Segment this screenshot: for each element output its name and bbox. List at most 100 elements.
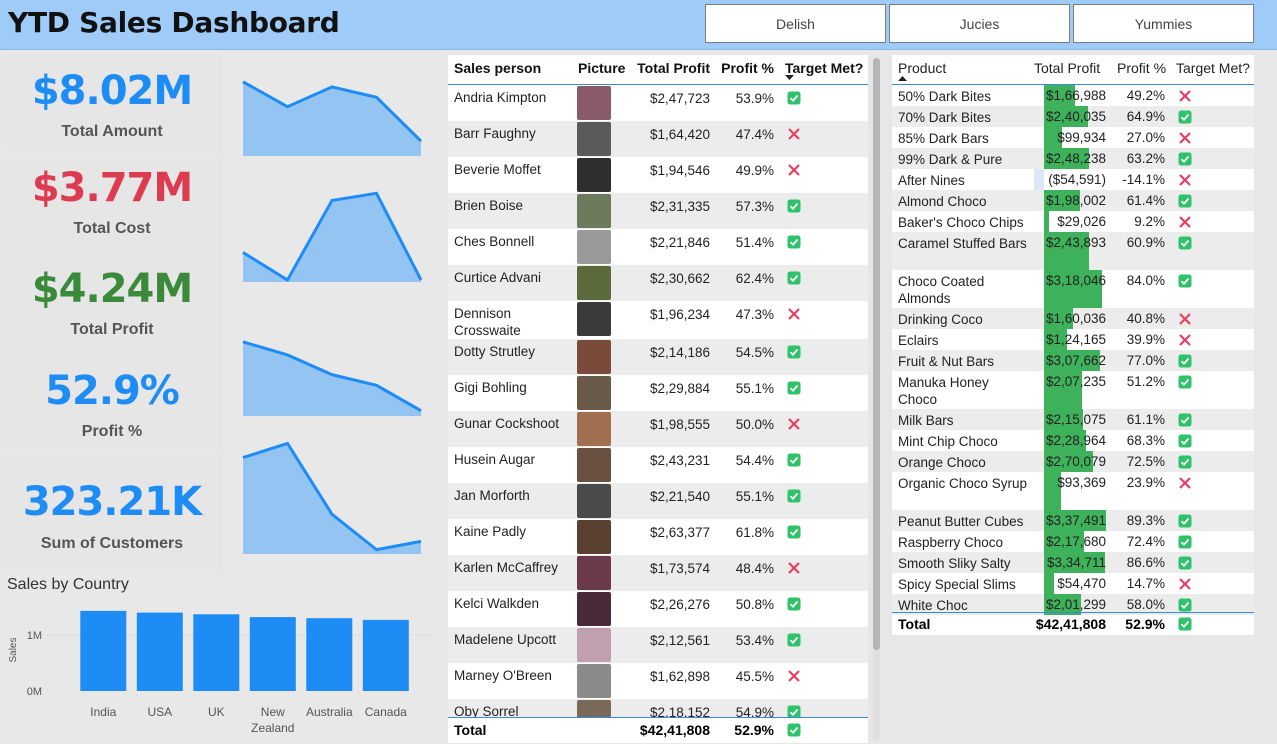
check-icon — [787, 235, 801, 249]
check-icon — [787, 271, 801, 285]
total-profit: $2,12,561 — [649, 633, 710, 648]
table-row[interactable]: Gigi Bohling $2,29,884 55.1% — [448, 375, 868, 411]
x-tick-label: Zealand — [251, 721, 294, 735]
spark-area — [243, 443, 421, 554]
table-row[interactable]: Kelci Walkden $2,26,276 50.8% — [448, 591, 868, 627]
table-row[interactable]: Barr Faughny $1,64,420 47.4% — [448, 121, 868, 157]
product-name: Drinking Coco — [898, 312, 983, 327]
total-profit: $1,73,574 — [649, 561, 710, 576]
table-row[interactable]: Fruit & Nut Bars $3,07,662 77.0% — [892, 350, 1254, 371]
x-tick-label: Australia — [306, 705, 353, 719]
kpi-customers-value: 323.21K — [22, 479, 202, 525]
table-row[interactable]: Mint Chip Choco $2,28,964 68.3% — [892, 430, 1254, 451]
col-header-product[interactable]: Product — [898, 60, 946, 76]
cross-icon — [1179, 174, 1191, 186]
table-row[interactable]: 50% Dark Bites $1,66,988 49.2% — [892, 85, 1254, 106]
table-row[interactable]: Marney O'Breen $1,62,898 45.5% — [448, 663, 868, 699]
slicer-button-jucies[interactable]: Jucies — [889, 4, 1070, 43]
col-header-picture[interactable]: Picture — [578, 60, 625, 76]
table-row[interactable]: 70% Dark Bites $2,40,035 64.9% — [892, 106, 1254, 127]
table-row[interactable]: Smooth Sliky Salty $3,34,711 86.6% — [892, 552, 1254, 573]
col-header-profit-pct[interactable]: Profit % — [1117, 60, 1166, 76]
cross-icon — [788, 164, 800, 176]
table-row[interactable]: Caramel Stuffed Bars $2,43,893 60.9% — [892, 232, 1254, 270]
avatar — [577, 122, 611, 156]
profit-pct: 23.9% — [1126, 475, 1165, 490]
table-row[interactable]: Dotty Strutley $2,14,186 54.5% — [448, 339, 868, 375]
scrollbar-thumb[interactable] — [873, 58, 880, 650]
bar-uk[interactable] — [193, 614, 240, 691]
col-header-total-profit[interactable]: Total Profit — [1034, 60, 1100, 76]
y-tick-label: 0M — [27, 686, 42, 698]
bar-australia[interactable] — [306, 618, 353, 691]
bar-usa[interactable] — [136, 612, 183, 691]
check-icon — [1178, 375, 1192, 389]
table-row[interactable]: Karlen McCaffrey $1,73,574 48.4% — [448, 555, 868, 591]
total-profit: $2,01,299 — [1045, 597, 1106, 612]
table-row[interactable]: Husein Augar $2,43,231 54.4% — [448, 447, 868, 483]
table-row[interactable]: Eclairs $1,24,165 39.9% — [892, 329, 1254, 350]
total-profit: $2,28,964 — [1045, 433, 1106, 448]
profit-pct: 64.9% — [1126, 109, 1165, 124]
cross-icon — [788, 418, 800, 430]
profit-pct: 9.2% — [1134, 214, 1165, 229]
table-row[interactable]: Orange Choco $2,70,079 72.5% — [892, 451, 1254, 472]
table-row[interactable]: 85% Dark Bars $99,934 27.0% — [892, 127, 1254, 148]
kpi-total-cost-value: $3.77M — [31, 165, 193, 211]
table-row[interactable]: Spicy Special Slims $54,470 14.7% — [892, 573, 1254, 594]
cross-icon — [1179, 90, 1191, 102]
check-icon — [1178, 354, 1192, 368]
table-row[interactable]: Ches Bonnell $2,21,846 51.4% — [448, 229, 868, 265]
col-header-sales-person[interactable]: Sales person — [454, 60, 541, 76]
slicer-button-yummies[interactable]: Yummies — [1073, 4, 1254, 43]
product-name: Eclairs — [898, 333, 939, 348]
table-row[interactable]: Curtice Advani $2,30,662 62.4% — [448, 265, 868, 301]
table-row[interactable]: Organic Choco Syrup $93,369 23.9% — [892, 472, 1254, 510]
kpi-total-cost-label: Total Cost — [73, 220, 151, 237]
total-profit: $1,66,988 — [1045, 88, 1106, 103]
product-name: Almond Choco — [898, 194, 987, 209]
profit-pct: 50.0% — [735, 417, 774, 432]
cross-icon — [1179, 313, 1191, 325]
sparkline-amount — [242, 80, 422, 156]
slicer-button-delish[interactable]: Delish — [705, 4, 886, 43]
table-row[interactable]: Baker's Choco Chips $29,026 9.2% — [892, 211, 1254, 232]
table-row[interactable]: Peanut Butter Cubes $3,37,491 89.3% — [892, 510, 1254, 531]
col-header-profit-pct[interactable]: Profit % — [710, 60, 774, 76]
check-icon — [787, 91, 801, 105]
total-profit: $2,07,235 — [1045, 374, 1106, 389]
table-row[interactable]: Raspberry Choco $2,17,680 72.4% — [892, 531, 1254, 552]
total-profit: $99,934 — [1057, 130, 1106, 145]
product-name: Orange Choco — [898, 455, 986, 470]
table-row[interactable]: Milk Bars $2,15,075 61.1% — [892, 409, 1254, 430]
table-row[interactable]: Almond Choco $1,98,002 61.4% — [892, 190, 1254, 211]
table-row[interactable]: Kaine Padly $2,63,377 61.8% — [448, 519, 868, 555]
col-header-target-met[interactable]: Target Met? — [785, 60, 863, 76]
col-header-total-profit[interactable]: Total Profit — [630, 60, 710, 76]
table-row[interactable]: Manuka Honey Choco $2,07,235 51.2% — [892, 371, 1254, 409]
table-row[interactable]: Choco Coated Almonds $3,18,046 84.0% — [892, 270, 1254, 308]
profit-pct: 53.4% — [735, 633, 774, 648]
table-row[interactable]: 99% Dark & Pure $2,48,238 63.2% — [892, 148, 1254, 169]
total-profit: $54,470 — [1057, 576, 1106, 591]
sales-person-name: Dennison Crosswaite — [454, 306, 521, 338]
table-row[interactable]: Beverie Moffet $1,94,546 49.9% — [448, 157, 868, 193]
profit-pct: 57.3% — [735, 199, 774, 214]
table-row[interactable]: Drinking Coco $1,60,036 40.8% — [892, 308, 1254, 329]
product-name: Manuka Honey Choco — [898, 375, 989, 407]
bar-canada[interactable] — [362, 619, 409, 691]
table-row[interactable]: Andria Kimpton $2,47,723 53.9% — [448, 85, 868, 121]
table-row[interactable]: Jan Morforth $2,21,540 55.1% — [448, 483, 868, 519]
table-row[interactable]: Madelene Upcott $2,12,561 53.4% — [448, 627, 868, 663]
table-row[interactable]: Brien Boise $2,31,335 57.3% — [448, 193, 868, 229]
bar-new-zealand[interactable] — [249, 617, 296, 691]
total-profit: $2,21,846 — [649, 235, 710, 250]
table-row[interactable]: Gunar Cockshoot $1,98,555 50.0% — [448, 411, 868, 447]
profit-pct: 55.1% — [735, 489, 774, 504]
table-row[interactable]: Dennison Crosswaite $1,96,234 47.3% — [448, 301, 868, 339]
col-header-target-met[interactable]: Target Met? — [1176, 60, 1250, 76]
check-icon — [1178, 556, 1192, 570]
bar-india[interactable] — [80, 610, 127, 691]
table-row[interactable]: After Nines ($54,591) -14.1% — [892, 169, 1254, 190]
check-icon — [1178, 535, 1192, 549]
